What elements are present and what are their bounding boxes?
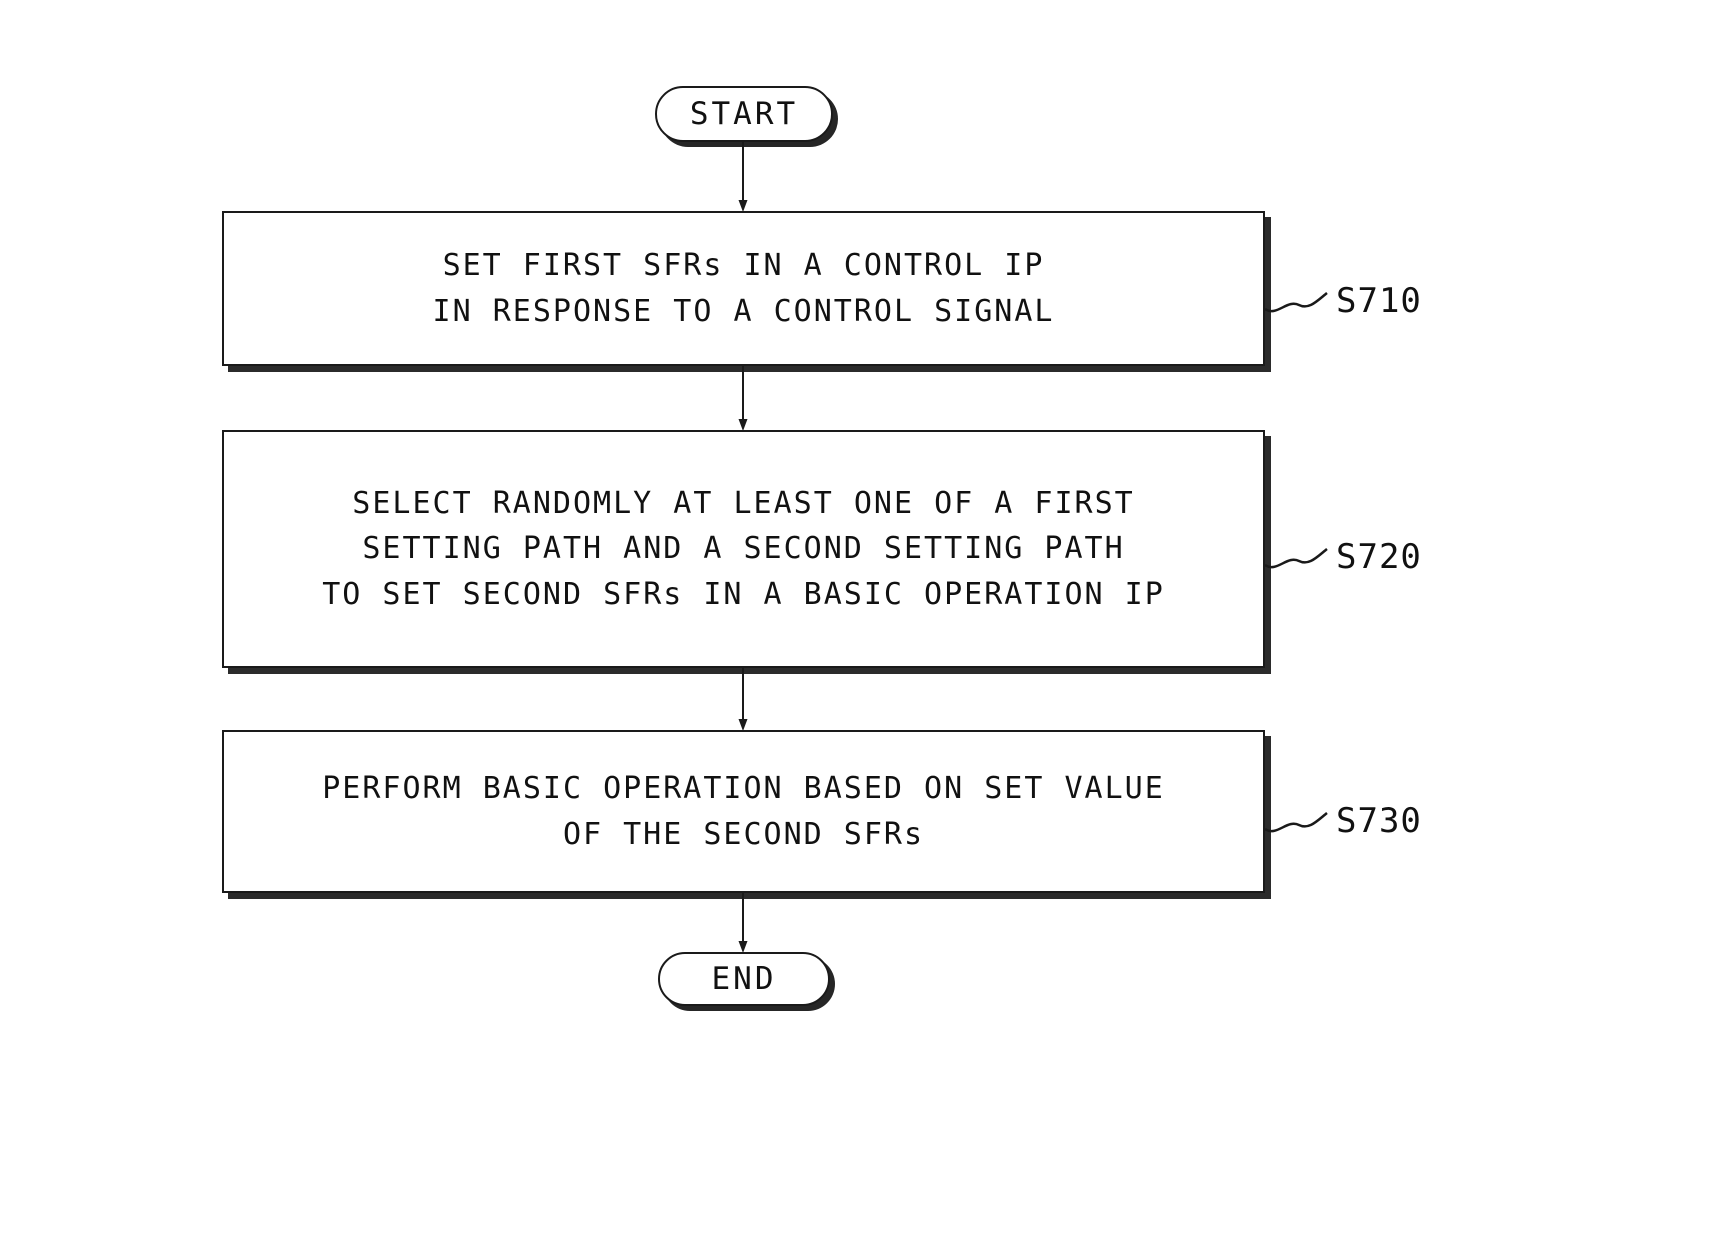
terminal-start-label: START xyxy=(689,96,799,132)
step-label-s710: S710 xyxy=(1265,275,1422,327)
process-box-s710-line-2: IN RESPONSE TO A CONTROL SIGNAL xyxy=(432,293,1055,329)
connector-s710-to-s720 xyxy=(736,366,750,431)
connector-s720-to-s730 xyxy=(736,668,750,731)
process-box-s710-line-1: SET FIRST SFRs IN A CONTROL IP xyxy=(442,247,1045,283)
process-box-s720-line-2: SETTING PATH AND A SECOND SETTING PATH xyxy=(362,531,1125,567)
connector-s730-to-end xyxy=(736,893,750,953)
step-label-s720-text: S720 xyxy=(1336,537,1422,577)
terminal-start: START xyxy=(655,86,833,142)
terminal-end: END xyxy=(658,952,830,1006)
process-box-s730-line-1: PERFORM BASIC OPERATION BASED ON SET VAL… xyxy=(322,770,1165,806)
process-box-s720: SELECT RANDOMLY AT LEAST ONE OF A FIRST … xyxy=(222,430,1265,668)
process-box-s730-line-2: OF THE SECOND SFRs xyxy=(562,816,925,852)
step-label-s730-text: S730 xyxy=(1336,801,1422,841)
process-box-s730: PERFORM BASIC OPERATION BASED ON SET VAL… xyxy=(222,730,1265,893)
process-box-s710: SET FIRST SFRs IN A CONTROL IP IN RESPON… xyxy=(222,211,1265,366)
process-box-s720-line-3: TO SET SECOND SFRs IN A BASIC OPERATION … xyxy=(322,576,1165,612)
leader-line-s710 xyxy=(1265,292,1328,313)
leader-line-s730 xyxy=(1265,812,1328,833)
process-box-s720-line-1: SELECT RANDOMLY AT LEAST ONE OF A FIRST xyxy=(352,485,1135,521)
flowchart-canvas: START SET FIRST SFRs IN A CONTROL IP IN … xyxy=(0,0,1730,1236)
terminal-end-label: END xyxy=(711,961,777,997)
step-label-s710-text: S710 xyxy=(1336,281,1422,321)
step-label-s720: S720 xyxy=(1265,531,1422,583)
step-label-s730: S730 xyxy=(1265,795,1422,847)
connector-start-to-s710 xyxy=(736,142,750,212)
leader-line-s720 xyxy=(1265,548,1328,569)
